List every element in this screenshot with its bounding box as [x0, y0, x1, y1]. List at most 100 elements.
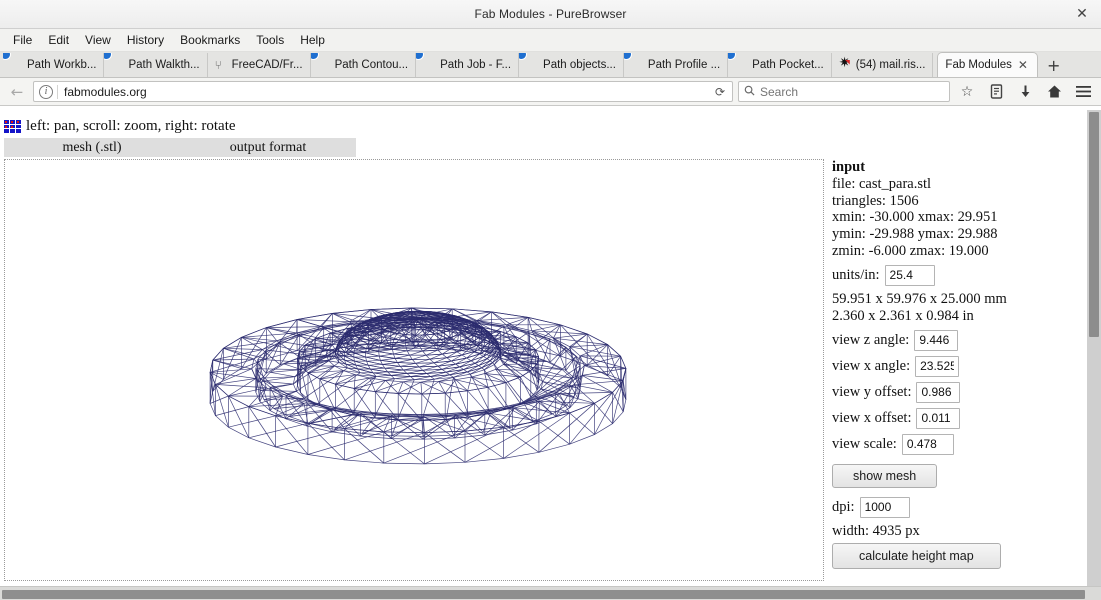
browser-tab-label: Path Contou... — [334, 59, 409, 71]
menu-help[interactable]: Help — [292, 31, 333, 49]
search-input[interactable] — [760, 84, 944, 99]
browser-tab-label: Path objects... — [543, 59, 616, 71]
calculate-row: calculate height map — [832, 539, 1082, 573]
thunderbird-favicon-icon — [839, 59, 852, 72]
menu-edit[interactable]: Edit — [40, 31, 77, 49]
browser-tab-label: FreeCAD/Fr... — [231, 59, 303, 71]
view-y-offset-input[interactable] — [916, 381, 961, 403]
url-bar[interactable]: i fabmodules.org ⟳ — [33, 81, 733, 102]
view-x-angle-label: view x angle: — [832, 357, 911, 374]
panel-title: input — [832, 159, 866, 175]
title-bar: Fab Modules - PureBrowser ✕ — [0, 0, 1101, 29]
browser-tab[interactable]: Fab Modules ✕ — [937, 52, 1038, 77]
module-tab-bar: mesh (.stl) output format — [4, 138, 356, 157]
freecad-favicon-icon — [318, 59, 331, 72]
mesh-wireframe — [5, 160, 823, 580]
url-text[interactable]: fabmodules.org — [64, 85, 710, 99]
freecad-favicon-icon — [631, 59, 644, 72]
page-vertical-scrollbar[interactable] — [1087, 110, 1101, 586]
web-page-content: left: pan, scroll: zoom, right: rotate m… — [0, 110, 1101, 600]
input-parameters-panel: input file: cast_para.stl triangles: 150… — [832, 159, 1082, 573]
browser-tab-label: Path Workb... — [27, 59, 97, 71]
y-bounds-line: ymin: -29.988 ymax: 29.988 — [832, 226, 998, 243]
units-row: units/in: — [832, 264, 1082, 286]
show-mesh-row: show mesh — [832, 460, 1082, 492]
units-input[interactable] — [884, 264, 935, 286]
page-horizontal-scrollbar-thumb[interactable] — [2, 590, 1085, 599]
view-scale-label: view scale: — [832, 435, 897, 452]
window-close-button[interactable]: ✕ — [1071, 3, 1093, 25]
menu-view[interactable]: View — [77, 31, 119, 49]
mouse-hint-text: left: pan, scroll: zoom, right: rotate — [26, 118, 236, 134]
navigation-toolbar: ← i fabmodules.org ⟳ ☆ — [0, 78, 1101, 106]
view-x-offset-label: view x offset: — [832, 409, 912, 426]
size-mm-line: 59.951 x 59.976 x 25.000 mm — [832, 290, 1007, 307]
browser-tab[interactable]: Path objects... — [519, 53, 624, 77]
tab-strip: Path Workb... Path Walkth... ⑂ FreeCAD/Fr..… — [0, 52, 1101, 78]
view-x-angle-input[interactable] — [915, 355, 960, 377]
hamburger-menu-icon[interactable] — [1071, 81, 1095, 103]
freecad-favicon-icon — [423, 59, 436, 72]
units-label: units/in: — [832, 266, 880, 283]
mouse-hint-line: left: pan, scroll: zoom, right: rotate — [4, 118, 236, 135]
view-z-angle-input[interactable] — [914, 329, 959, 351]
size-in-line: 2.360 x 2.361 x 0.984 in — [832, 307, 974, 324]
view-scale-row: view scale: — [832, 433, 1082, 455]
browser-tab[interactable]: Path Profile ... — [624, 53, 729, 77]
downloads-icon[interactable] — [1013, 81, 1037, 103]
dpi-label: dpi: — [832, 498, 855, 515]
tab-close-icon[interactable]: ✕ — [1016, 58, 1030, 72]
freecad-favicon-icon — [10, 59, 23, 72]
menu-history[interactable]: History — [119, 31, 172, 49]
view-scale-input[interactable] — [901, 433, 954, 455]
browser-tab[interactable]: ⑂ FreeCAD/Fr... — [208, 53, 311, 77]
show-mesh-button[interactable]: show mesh — [832, 463, 938, 488]
page-vertical-scrollbar-thumb[interactable] — [1089, 112, 1099, 337]
browser-tab-label: Path Profile ... — [647, 59, 721, 71]
browser-tab-label: (54) mail.ris... — [855, 59, 926, 71]
browser-tab-label: Path Pocket... — [752, 59, 824, 71]
new-tab-button[interactable]: + — [1038, 53, 1069, 77]
view-z-angle-row: view z angle: — [832, 329, 1082, 351]
mesh-viewport[interactable] — [4, 159, 824, 581]
view-y-offset-label: view y offset: — [832, 383, 912, 400]
site-info-icon[interactable]: i — [39, 84, 53, 99]
browser-tab-label: Fab Modules — [945, 59, 1012, 71]
browser-tab[interactable]: Path Walkth... — [104, 53, 208, 77]
triangles-line: triangles: 1506 — [832, 192, 919, 209]
dpi-input[interactable] — [859, 496, 910, 518]
window-title: Fab Modules - PureBrowser — [474, 7, 627, 21]
search-icon — [744, 85, 755, 99]
freecad-favicon-icon — [526, 59, 539, 72]
tab-output-format[interactable]: output format — [180, 140, 356, 156]
generic-favicon-icon: ⑂ — [214, 57, 222, 72]
file-line: file: cast_para.stl — [832, 175, 932, 192]
url-separator — [57, 84, 58, 99]
browser-tab[interactable]: Path Pocket... — [728, 53, 832, 77]
browser-tab[interactable]: Path Workb... — [3, 53, 105, 77]
view-y-offset-row: view y offset: — [832, 381, 1082, 403]
tab-mesh-stl[interactable]: mesh (.stl) — [4, 140, 180, 156]
x-bounds-line: xmin: -30.000 xmax: 29.951 — [832, 209, 998, 226]
reload-icon[interactable]: ⟳ — [710, 85, 730, 99]
library-icon[interactable] — [984, 81, 1008, 103]
search-bar[interactable] — [738, 81, 950, 102]
view-x-angle-row: view x angle: — [832, 355, 1082, 377]
dpi-row: dpi: — [832, 496, 1082, 518]
page-horizontal-scrollbar[interactable] — [0, 586, 1101, 600]
fab-modules-logo-icon — [4, 120, 21, 133]
back-button[interactable]: ← — [6, 81, 28, 103]
browser-tab[interactable]: Path Contou... — [311, 53, 417, 77]
home-icon[interactable] — [1042, 81, 1066, 103]
view-x-offset-row: view x offset: — [832, 407, 1082, 429]
browser-tab[interactable]: Path Job - F... — [416, 53, 520, 77]
bookmark-star-icon[interactable]: ☆ — [955, 81, 979, 103]
menu-tools[interactable]: Tools — [248, 31, 292, 49]
view-x-offset-input[interactable] — [916, 407, 961, 429]
menu-file[interactable]: File — [5, 31, 40, 49]
menu-bookmarks[interactable]: Bookmarks — [172, 31, 248, 49]
browser-tab-label: Path Walkth... — [128, 59, 200, 71]
calculate-height-map-button[interactable]: calculate height map — [832, 543, 1001, 570]
menu-bar: File Edit View History Bookmarks Tools Help — [0, 29, 1101, 52]
browser-tab[interactable]: (54) mail.ris... — [832, 53, 934, 77]
